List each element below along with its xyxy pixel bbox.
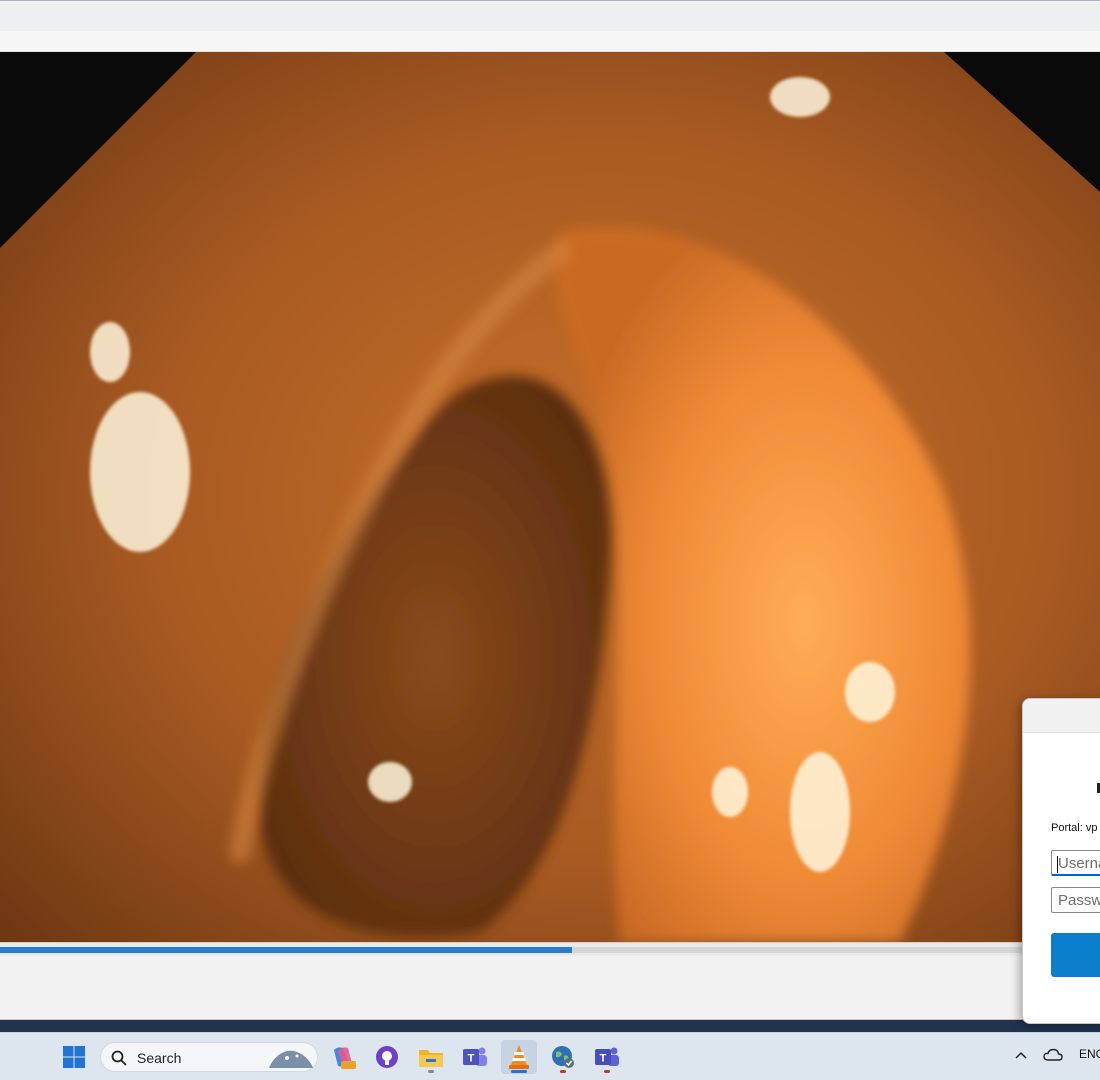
active-indicator <box>511 1070 527 1073</box>
dialog-title-bar[interactable] <box>1023 699 1100 733</box>
video-frame[interactable] <box>0 52 1100 942</box>
desktop-background <box>0 1020 1100 1032</box>
tray-onedrive[interactable] <box>1043 1048 1063 1065</box>
taskbar-copilot[interactable] <box>325 1040 361 1074</box>
cloud-icon <box>1043 1048 1063 1061</box>
vpn-login-dialog: Portal: vp Username Password <box>1022 698 1100 1024</box>
file-explorer-icon <box>419 1050 443 1067</box>
vpn-globe-icon <box>552 1046 574 1068</box>
search-icon <box>111 1050 127 1066</box>
search-highlight-icon <box>269 1050 313 1068</box>
taskbar-teams[interactable]: T <box>457 1040 493 1074</box>
taskbar-vpn[interactable] <box>545 1040 581 1074</box>
alert-indicator <box>560 1070 566 1073</box>
alert-indicator <box>604 1070 610 1073</box>
svg-text:T: T <box>468 1053 475 1065</box>
language-indicator[interactable]: ENG <box>1079 1047 1100 1061</box>
taskbar-teams-work[interactable]: T <box>589 1040 625 1074</box>
seek-progress <box>0 947 572 953</box>
window-title-bar[interactable] <box>0 0 1100 31</box>
teams-icon: T <box>463 1047 487 1066</box>
chevron-up-icon <box>1015 1051 1027 1059</box>
screen: Portal: vp Username Password Search <box>0 0 1100 1080</box>
menu-bar[interactable] <box>0 31 1100 52</box>
taskbar-github-desktop[interactable] <box>369 1040 405 1074</box>
endoscopy-video-image <box>0 52 1100 942</box>
running-indicator <box>428 1070 434 1073</box>
taskbar: Search T T EN <box>0 1032 1100 1080</box>
portal-label: Portal: vp <box>1051 822 1098 834</box>
github-desktop-icon <box>376 1046 398 1068</box>
start-button[interactable] <box>56 1040 92 1074</box>
teams-work-icon: T <box>595 1047 619 1066</box>
player-controls <box>0 956 1100 1020</box>
taskbar-file-explorer[interactable] <box>413 1040 449 1074</box>
seek-track[interactable] <box>0 947 1100 953</box>
username-field[interactable]: Username <box>1051 850 1100 876</box>
seek-bar[interactable] <box>0 942 1100 956</box>
windows-icon <box>63 1046 85 1068</box>
search-label: Search <box>137 1050 182 1066</box>
taskbar-search[interactable]: Search <box>100 1042 318 1072</box>
vlc-icon <box>509 1045 529 1069</box>
taskbar-vlc[interactable] <box>501 1040 537 1074</box>
copilot-icon <box>334 1047 356 1069</box>
password-field[interactable]: Password <box>1051 887 1100 913</box>
connect-button[interactable] <box>1051 933 1100 977</box>
svg-text:T: T <box>600 1053 607 1065</box>
tray-overflow[interactable] <box>1014 1049 1028 1063</box>
